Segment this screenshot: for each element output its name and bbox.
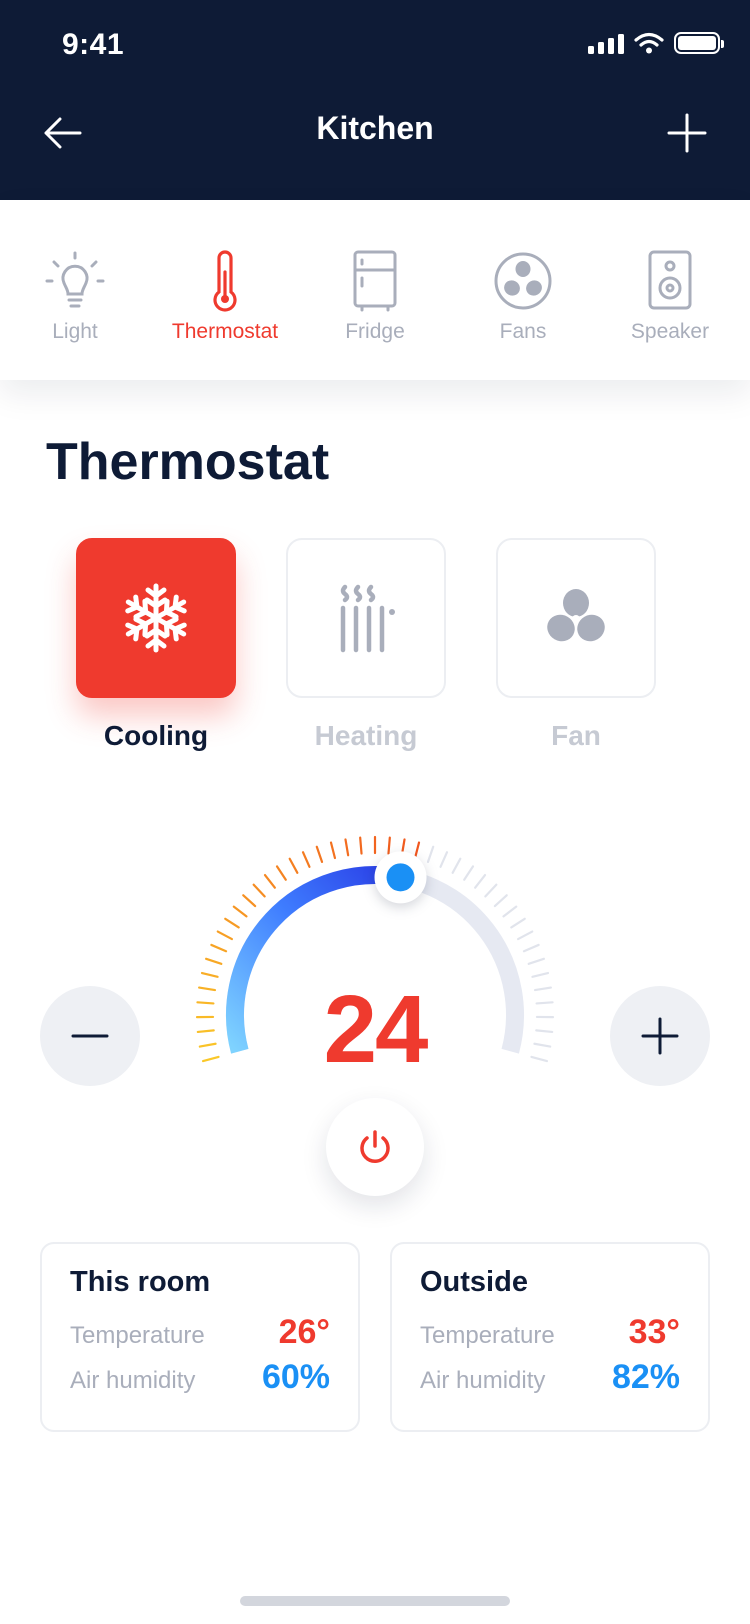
dial-tick bbox=[463, 865, 475, 881]
mode-fan[interactable]: Fan bbox=[496, 538, 656, 752]
status-time: 9:41 bbox=[62, 28, 125, 61]
humidity-label: Air humidity bbox=[70, 1367, 196, 1394]
humidity-value: 82% bbox=[611, 1358, 680, 1396]
dial-tick bbox=[252, 883, 266, 898]
section-title: Thermostat bbox=[46, 433, 330, 491]
dial-tick bbox=[451, 857, 462, 874]
home-indicator bbox=[240, 1596, 510, 1606]
this-room-card: This room Temperature 26° Air humidity 6… bbox=[40, 1242, 360, 1432]
plus-icon bbox=[641, 1017, 679, 1055]
temperature-value: 24 bbox=[323, 976, 429, 1083]
dial-tick bbox=[522, 943, 540, 953]
snowflake-icon bbox=[125, 583, 187, 653]
device-tab-fridge[interactable]: Fridge bbox=[305, 248, 445, 344]
dial-tick bbox=[484, 883, 498, 898]
mode-cooling[interactable]: Cooling bbox=[76, 538, 236, 752]
status-icons bbox=[588, 32, 724, 54]
outside-card: Outside Temperature 33° Air humidity 82% bbox=[390, 1242, 710, 1432]
device-label: Fridge bbox=[345, 320, 405, 343]
dial-tick bbox=[210, 943, 228, 953]
power-button[interactable] bbox=[326, 1098, 424, 1196]
temperature-row: Temperature 26° bbox=[70, 1313, 330, 1352]
header: 9:41 Kitchen bbox=[0, 0, 750, 200]
dial-tick bbox=[288, 857, 299, 874]
speaker-icon bbox=[648, 250, 692, 310]
dial-tick bbox=[232, 905, 248, 918]
humidity-row: Air humidity 82% bbox=[420, 1358, 680, 1397]
dial-tick bbox=[474, 873, 487, 889]
temperature-value: 26° bbox=[278, 1313, 330, 1351]
dial-tick bbox=[329, 841, 337, 860]
device-label: Thermostat bbox=[171, 320, 279, 343]
dial-tick bbox=[301, 851, 311, 868]
mode-box bbox=[76, 538, 236, 698]
decrease-button[interactable] bbox=[40, 986, 140, 1086]
dial-tick bbox=[413, 841, 421, 860]
humidity-row: Air humidity 60% bbox=[70, 1358, 330, 1397]
cellular-signal-icon bbox=[588, 32, 624, 54]
dial-tick bbox=[242, 894, 257, 908]
dial-tick bbox=[263, 873, 276, 889]
dial-tick bbox=[387, 836, 391, 855]
power-icon bbox=[360, 1130, 390, 1163]
dial-tick bbox=[224, 917, 240, 929]
humidity-label: Air humidity bbox=[420, 1367, 546, 1394]
device-tab-fans[interactable]: Fans bbox=[453, 248, 593, 344]
dial-tick bbox=[275, 865, 287, 881]
device-label: Light bbox=[52, 320, 98, 343]
dial-tick bbox=[510, 917, 526, 929]
device-tab-speaker[interactable]: Speaker bbox=[600, 248, 740, 344]
fan-icon bbox=[494, 252, 552, 310]
dial-tick bbox=[516, 930, 534, 941]
dial-tick bbox=[493, 894, 508, 908]
temperature-label: Temperature bbox=[420, 1322, 555, 1349]
dial-tick bbox=[216, 930, 234, 941]
card-title: Outside bbox=[420, 1266, 528, 1298]
temperature-row: Temperature 33° bbox=[420, 1313, 680, 1352]
fridge-icon bbox=[353, 250, 397, 312]
device-label: Fans bbox=[499, 320, 547, 343]
temperature-value: 33° bbox=[628, 1313, 680, 1351]
dial-tick bbox=[426, 845, 435, 864]
dial-knob[interactable] bbox=[374, 851, 427, 904]
card-title: This room bbox=[70, 1266, 211, 1298]
device-tab-thermostat[interactable]: Thermostat bbox=[155, 248, 295, 344]
dial-tick bbox=[205, 957, 223, 965]
humidity-value: 60% bbox=[261, 1358, 330, 1396]
dial-tick bbox=[344, 838, 350, 857]
mode-label: Cooling bbox=[103, 720, 209, 751]
battery-icon bbox=[674, 32, 724, 54]
device-tabs: Light Thermostat Fridge Fans Speaker bbox=[0, 200, 750, 380]
heater-icon bbox=[340, 584, 395, 653]
fan-icon bbox=[547, 589, 605, 642]
mode-heating[interactable]: Heating bbox=[286, 538, 446, 752]
device-tab-light[interactable]: Light bbox=[5, 248, 145, 344]
dial-tick bbox=[502, 905, 518, 918]
dial-tick bbox=[439, 851, 449, 868]
dial-tick bbox=[527, 957, 545, 965]
mode-box bbox=[496, 538, 656, 698]
dial-tick bbox=[315, 845, 324, 864]
minus-icon bbox=[71, 1034, 109, 1038]
device-label: Speaker bbox=[630, 320, 710, 343]
add-icon[interactable] bbox=[664, 110, 710, 156]
wifi-icon bbox=[634, 32, 664, 54]
thermometer-icon bbox=[213, 250, 237, 312]
mode-label: Fan bbox=[551, 720, 601, 751]
temperature-label: Temperature bbox=[70, 1322, 205, 1349]
mode-box bbox=[286, 538, 446, 698]
dial-tick bbox=[359, 836, 363, 855]
page-title: Kitchen bbox=[316, 110, 434, 146]
bulb-icon bbox=[45, 251, 105, 308]
mode-label: Heating bbox=[314, 720, 418, 751]
increase-button[interactable] bbox=[610, 986, 710, 1086]
